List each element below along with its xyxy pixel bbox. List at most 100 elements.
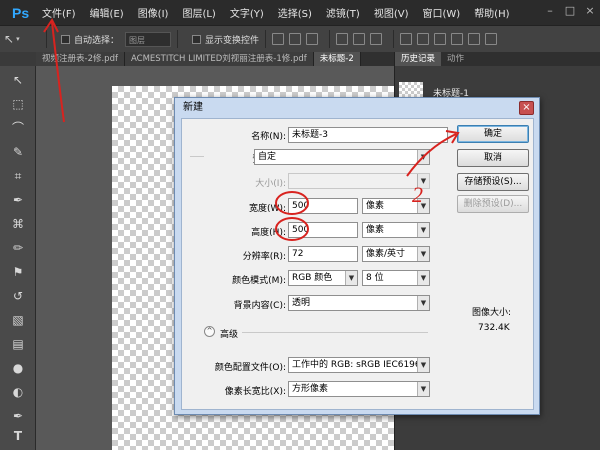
gradient-tool-icon[interactable]: ▤ — [10, 336, 26, 352]
align-left-icon[interactable] — [336, 33, 349, 45]
lasso-tool-icon[interactable]: ⌒ — [10, 120, 26, 136]
crop-tool-icon[interactable]: ⌗ — [10, 168, 26, 184]
chevron-down-icon: ▾ — [16, 35, 20, 43]
brush-tool-icon[interactable]: ✏ — [10, 240, 26, 256]
photoshop-logo: Ps — [12, 4, 30, 21]
background-value: 透明 — [292, 298, 311, 308]
aspect-value: 方形像素 — [292, 384, 329, 394]
menu-layer[interactable]: 图层(L) — [182, 5, 215, 20]
chevron-down-icon: ▼ — [417, 358, 429, 372]
color-depth-dropdown[interactable]: 8 位 ▼ — [362, 270, 430, 286]
divider — [46, 30, 47, 48]
width-input[interactable]: 500 — [288, 198, 358, 214]
profile-dropdown[interactable]: 工作中的 RGB: sRGB IEC6196... ▼ — [288, 357, 430, 373]
menu-type[interactable]: 文字(Y) — [230, 5, 264, 20]
distribute-bottom-icon[interactable] — [434, 33, 447, 45]
window-controls: – □ × — [544, 5, 596, 17]
auto-select-dropdown[interactable]: 图层 — [125, 31, 172, 47]
resolution-unit-value: 像素/英寸 — [366, 249, 406, 259]
advanced-divider — [242, 332, 428, 333]
history-brush-tool-icon[interactable]: ↺ — [10, 288, 26, 304]
align-bottom-icon[interactable] — [306, 33, 319, 45]
height-label: 高度(H): — [251, 228, 286, 238]
resolution-label: 分辨率(R): — [242, 252, 286, 262]
eyedropper-tool-icon[interactable]: ✒ — [10, 192, 26, 208]
dodge-tool-icon[interactable]: ◐ — [10, 384, 26, 400]
resolution-input[interactable]: 72 — [288, 246, 358, 262]
preset-dropdown[interactable]: 自定 ▼ — [254, 149, 430, 165]
color-depth-value: 8 位 — [366, 273, 384, 283]
toolbox: ↖ ⬚ ⌒ ✎ ⌗ ✒ ⌘ ✏ ⚑ ↺ ▧ ▤ ● ◐ ✒ T — [0, 66, 36, 450]
advanced-label: 高级 — [220, 330, 239, 340]
menu-file[interactable]: 文件(F) — [42, 5, 76, 20]
resolution-unit-dropdown[interactable]: 像素/英寸 ▼ — [362, 246, 430, 262]
document-tabs: 视频注册表-2修.pdf ACMESTITCH LIMITED刘视丽注册表-1修… — [36, 52, 394, 66]
background-dropdown[interactable]: 透明 ▼ — [288, 295, 430, 311]
advanced-toggle[interactable]: ^ — [204, 326, 215, 337]
menu-help[interactable]: 帮助(H) — [474, 5, 509, 20]
menu-filter[interactable]: 滤镜(T) — [326, 5, 360, 20]
doc-tab-3[interactable]: 未标题-2 — [313, 52, 361, 66]
close-app-button[interactable]: × — [584, 5, 596, 17]
tab-history[interactable]: 历史记录 — [395, 52, 442, 66]
healing-brush-tool-icon[interactable]: ⌘ — [10, 216, 26, 232]
size-dropdown[interactable]: ▼ — [288, 173, 430, 189]
color-mode-label: 颜色模式(M): — [232, 276, 286, 286]
distribute-right-icon[interactable] — [485, 33, 498, 45]
save-preset-button[interactable]: 存储预设(S)... — [457, 173, 529, 191]
distribute-top-icon[interactable] — [400, 33, 413, 45]
distribute-left-icon[interactable] — [451, 33, 464, 45]
align-right-icon[interactable] — [370, 33, 383, 45]
menu-edit[interactable]: 编辑(E) — [90, 5, 124, 20]
menu-image[interactable]: 图像(I) — [138, 5, 169, 20]
dialog-title: 新建 — [183, 102, 203, 113]
marquee-tool-icon[interactable]: ⬚ — [10, 96, 26, 112]
chevron-down-icon: ▼ — [417, 296, 429, 310]
divider — [393, 30, 395, 48]
show-transform-checkbox[interactable] — [192, 34, 202, 44]
align-center-icon[interactable] — [353, 33, 366, 45]
menu-select[interactable]: 选择(S) — [278, 5, 312, 20]
delete-preset-button[interactable]: 删除预设(D)... — [457, 195, 529, 213]
show-transform-label: 显示变换控件 — [205, 35, 260, 46]
minimize-button[interactable]: – — [544, 5, 556, 17]
align-top-icon[interactable] — [272, 33, 285, 45]
pen-tool-icon[interactable]: ✒ — [10, 408, 26, 424]
height-input[interactable]: 500 — [288, 222, 358, 238]
quick-select-tool-icon[interactable]: ✎ — [10, 144, 26, 160]
menu-window[interactable]: 窗口(W) — [422, 5, 460, 20]
divider — [329, 30, 331, 48]
align-middle-icon[interactable] — [289, 33, 302, 45]
eraser-tool-icon[interactable]: ▧ — [10, 312, 26, 328]
blur-tool-icon[interactable]: ● — [10, 360, 26, 376]
clone-stamp-tool-icon[interactable]: ⚑ — [10, 264, 26, 280]
chevron-down-icon: ▼ — [417, 150, 429, 164]
chevron-down-icon: ▼ — [417, 247, 429, 261]
width-unit-dropdown[interactable]: 像素 ▼ — [362, 198, 430, 214]
type-tool-icon[interactable]: T — [10, 428, 26, 444]
size-label: 大小(I): — [255, 179, 286, 189]
doc-tab-2[interactable]: ACMESTITCH LIMITED刘视丽注册表-1修.pdf — [124, 52, 314, 66]
move-tool-preset[interactable]: ↖ ▾ — [4, 29, 40, 49]
maximize-button[interactable]: □ — [564, 5, 576, 17]
tab-actions[interactable]: 动作 — [441, 52, 470, 66]
distribute-center-icon[interactable] — [468, 33, 481, 45]
close-dialog-button[interactable]: × — [519, 101, 534, 115]
background-label: 背景内容(C): — [233, 301, 286, 311]
menu-view[interactable]: 视图(V) — [374, 5, 409, 20]
doc-tab-1[interactable]: 视频注册表-2修.pdf — [36, 52, 125, 66]
move-tool-icon[interactable]: ↖ — [10, 72, 26, 88]
color-mode-dropdown[interactable]: RGB 颜色 ▼ — [288, 270, 358, 286]
distribute-middle-icon[interactable] — [417, 33, 430, 45]
width-unit-value: 像素 — [366, 201, 385, 211]
height-unit-dropdown[interactable]: 像素 ▼ — [362, 222, 430, 238]
divider — [177, 30, 179, 48]
auto-select-checkbox[interactable] — [61, 34, 70, 44]
profile-value: 工作中的 RGB: sRGB IEC6196... — [292, 360, 430, 370]
name-input[interactable]: 未标题-3 — [288, 127, 448, 143]
aspect-dropdown[interactable]: 方形像素 ▼ — [288, 381, 430, 397]
height-unit-value: 像素 — [366, 225, 385, 235]
ok-button[interactable]: 确定 — [457, 125, 529, 143]
cancel-button[interactable]: 取消 — [457, 149, 529, 167]
chevron-down-icon: ▼ — [345, 271, 357, 285]
